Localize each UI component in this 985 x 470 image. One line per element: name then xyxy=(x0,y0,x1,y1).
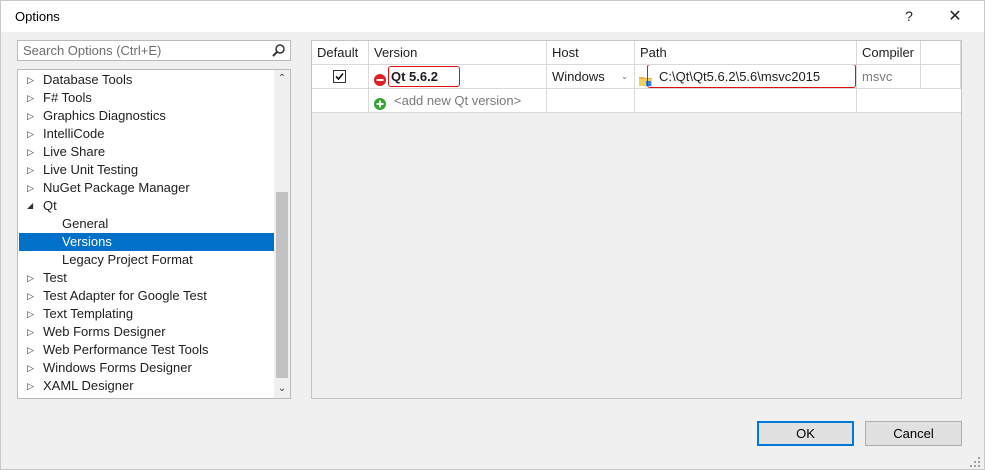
column-header-version[interactable]: Version xyxy=(369,41,547,64)
host-value: Windows xyxy=(552,69,605,84)
tree-item-label: Graphics Diagnostics xyxy=(43,108,166,123)
tree-item-general[interactable]: General xyxy=(19,215,274,233)
tree-item-f-tools[interactable]: ▷ F# Tools xyxy=(19,89,274,107)
scroll-up-button[interactable]: ⌃ xyxy=(274,70,290,87)
tree-item-label: Test Adapter for Google Test xyxy=(43,288,207,303)
tree-item-label: Windows Forms Designer xyxy=(43,360,192,375)
column-header-path[interactable]: Path xyxy=(635,41,857,64)
tree-item-legacy-project-format[interactable]: Legacy Project Format xyxy=(19,251,274,269)
tree-item-qt[interactable]: ◢ Qt xyxy=(19,197,274,215)
collapsed-arrow-icon[interactable]: ▷ xyxy=(27,179,37,197)
tree-item-label: Text Templating xyxy=(43,306,134,321)
tree-item-label: F# Tools xyxy=(43,90,92,105)
search-icon[interactable] xyxy=(270,42,288,60)
tree-item-windows-forms-designer[interactable]: ▷ Windows Forms Designer xyxy=(19,359,274,377)
tree-item-test-adapter-for-google-test[interactable]: ▷ Test Adapter for Google Test xyxy=(19,287,274,305)
collapsed-arrow-icon[interactable]: ▷ xyxy=(27,143,37,161)
path-cell[interactable]: C:\Qt\Qt5.6.2\5.6\msvc2015 xyxy=(635,65,857,89)
tree-item-xaml-designer[interactable]: ▷ XAML Designer xyxy=(19,377,274,395)
tree-item-label: NuGet Package Manager xyxy=(43,180,190,195)
tree-item-label: Live Share xyxy=(43,144,106,159)
tree-item-label: Legacy Project Format xyxy=(62,252,193,267)
version-cell[interactable]: Qt 5.6.2 xyxy=(369,65,547,89)
add-icon[interactable] xyxy=(374,94,386,110)
default-checkbox[interactable] xyxy=(333,70,346,83)
column-header-blank xyxy=(921,41,961,64)
tree-item-nuget-package-manager[interactable]: ▷ NuGet Package Manager xyxy=(19,179,274,197)
tree-item-database-tools[interactable]: ▷ Database Tools xyxy=(19,71,274,89)
collapsed-arrow-icon[interactable]: ▷ xyxy=(27,125,37,143)
error-icon xyxy=(374,70,386,86)
path-value: C:\Qt\Qt5.6.2\5.6\msvc2015 xyxy=(659,69,821,84)
tree-item-test[interactable]: ▷ Test xyxy=(19,269,274,287)
tree-item-label: Web Forms Designer xyxy=(43,324,166,339)
add-row-host-cell xyxy=(547,89,635,113)
add-row-default-cell xyxy=(312,89,369,113)
options-tree: ▷ Database Tools ▷ F# Tools ▷ Graphics Diagno… xyxy=(17,69,291,399)
compiler-cell[interactable]: msvc xyxy=(857,65,921,89)
collapsed-arrow-icon[interactable]: ▷ xyxy=(27,71,37,89)
search-input[interactable] xyxy=(18,41,273,60)
tree-item-label: Qt xyxy=(43,198,57,213)
collapsed-arrow-icon[interactable]: ▷ xyxy=(27,161,37,179)
tree-item-web-forms-designer[interactable]: ▷ Web Forms Designer xyxy=(19,323,274,341)
resize-grip-icon[interactable] xyxy=(970,455,980,467)
cancel-button[interactable]: Cancel xyxy=(865,421,962,446)
column-header-default[interactable]: Default xyxy=(312,41,369,64)
add-version-cell[interactable]: <add new Qt version> xyxy=(369,89,547,113)
tree-item-label: Database Tools xyxy=(43,72,133,87)
tree-scrollbar[interactable]: ⌃ ⌄ xyxy=(274,70,290,398)
blank-cell xyxy=(921,65,961,89)
expanded-arrow-icon[interactable]: ◢ xyxy=(27,197,37,215)
scroll-down-button[interactable]: ⌄ xyxy=(274,381,290,398)
collapsed-arrow-icon[interactable]: ▷ xyxy=(27,89,37,107)
column-header-compiler[interactable]: Compiler xyxy=(857,41,921,64)
window-title: Options xyxy=(15,9,60,24)
collapsed-arrow-icon[interactable]: ▷ xyxy=(27,269,37,287)
tree-item-live-unit-testing[interactable]: ▷ Live Unit Testing xyxy=(19,161,274,179)
help-button[interactable]: ? xyxy=(889,1,929,32)
tree-item-label: Web Performance Test Tools xyxy=(43,342,209,357)
add-row-path-cell xyxy=(635,89,857,113)
collapsed-arrow-icon[interactable]: ▷ xyxy=(27,323,37,341)
search-box xyxy=(17,40,291,61)
tree-item-intellicode[interactable]: ▷ IntelliCode xyxy=(19,125,274,143)
options-dialog: Options ? ✕ ▷ Database Tools ▷ F# Tools ▷ Gra… xyxy=(0,0,985,470)
scroll-thumb[interactable] xyxy=(276,192,288,378)
tree-item-label: XAML Designer xyxy=(43,378,134,393)
add-row-compiler-cell xyxy=(857,89,961,113)
default-cell xyxy=(312,65,369,89)
tree-item-label: Versions xyxy=(62,234,112,249)
collapsed-arrow-icon[interactable]: ▷ xyxy=(27,305,37,323)
tree-item-graphics-diagnostics[interactable]: ▷ Graphics Diagnostics xyxy=(19,107,274,125)
collapsed-arrow-icon[interactable]: ▷ xyxy=(27,107,37,125)
column-header-host[interactable]: Host xyxy=(547,41,635,64)
tree-item-text-templating[interactable]: ▷ Text Templating xyxy=(19,305,274,323)
collapsed-arrow-icon[interactable]: ▷ xyxy=(27,359,37,377)
grid-header: Default Version Host Path Compiler xyxy=(312,41,961,65)
qt-versions-grid: Default Version Host Path Compiler Qt 5.… xyxy=(311,40,962,399)
title-bar: Options ? ✕ xyxy=(1,1,984,32)
compiler-value: msvc xyxy=(862,69,893,84)
tree-item-label: General xyxy=(62,216,109,231)
tree-item-label: Live Unit Testing xyxy=(43,162,139,177)
host-cell[interactable]: Windows ⌄ xyxy=(547,65,635,89)
tree-item-web-performance-test-tools[interactable]: ▷ Web Performance Test Tools xyxy=(19,341,274,359)
tree-item-versions[interactable]: Versions xyxy=(19,233,274,251)
tree-item-label: IntelliCode xyxy=(43,126,105,141)
close-button[interactable]: ✕ xyxy=(935,1,975,32)
version-name: Qt 5.6.2 xyxy=(391,69,438,84)
tree-item-live-share[interactable]: ▷ Live Share xyxy=(19,143,274,161)
ok-button[interactable]: OK xyxy=(757,421,854,446)
add-version-link[interactable]: <add new Qt version> xyxy=(394,89,521,112)
chevron-down-icon[interactable]: ⌄ xyxy=(621,65,628,88)
collapsed-arrow-icon[interactable]: ▷ xyxy=(27,377,37,395)
collapsed-arrow-icon[interactable]: ▷ xyxy=(27,341,37,359)
tree-item-label: Test xyxy=(43,270,67,285)
collapsed-arrow-icon[interactable]: ▷ xyxy=(27,287,37,305)
